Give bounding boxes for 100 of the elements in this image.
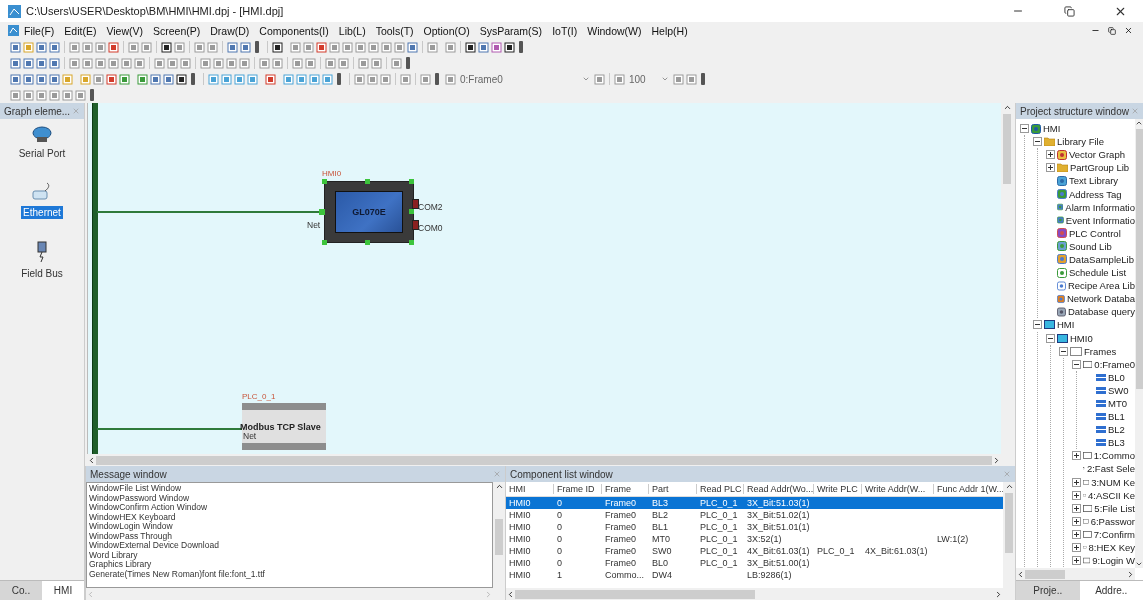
panel-tab[interactable]: Co.. <box>0 580 42 600</box>
dropdown-icon[interactable] <box>582 75 590 83</box>
expand-toggle[interactable] <box>1072 516 1081 526</box>
table-row[interactable]: HMI0 0 Frame0 SW0 PLC_0_1 4X_Bit:61.03(1) PLC_0_1 4X_Bit:61.03(1) <box>506 545 1003 557</box>
tree-item[interactable]: BL3 <box>1108 437 1125 449</box>
tree-item[interactable]: SW0 <box>1108 384 1129 396</box>
panel-tab[interactable]: HMI <box>42 580 84 600</box>
toolbar-grip[interactable] <box>435 73 439 85</box>
tree-item[interactable]: 6:Passwor <box>1090 515 1135 527</box>
topology-canvas[interactable]: HMI0 GL070E Net COM2 COM0 PLC_0_1 Modbus TCP Slave Net <box>87 103 1001 454</box>
menu-item[interactable]: View(V) <box>101 24 148 37</box>
column-header[interactable]: Frame ID <box>554 484 602 494</box>
menu-item[interactable]: Help(H) <box>646 24 693 37</box>
restore-icon[interactable] <box>1063 5 1075 17</box>
menu-item[interactable]: Components(I) <box>254 24 334 37</box>
table-row[interactable]: HMI0 0 Frame0 MT0 PLC_0_1 3X:52(1) LW:1(2) <box>506 533 1003 545</box>
scroll-left-icon[interactable] <box>506 589 515 599</box>
column-header[interactable]: Write Addr(W... <box>862 484 934 494</box>
expand-toggle[interactable] <box>1046 333 1055 343</box>
expand-toggle[interactable] <box>1072 543 1081 553</box>
tree-item[interactable]: HMI0 <box>1070 332 1093 344</box>
tree-item[interactable]: 3:NUM Ke <box>1091 476 1135 488</box>
scroll-right-icon[interactable] <box>992 455 1001 465</box>
tree-item[interactable]: Event Informatio <box>1065 214 1135 226</box>
toolbar-grip[interactable] <box>191 73 195 85</box>
scroll-right-icon[interactable] <box>1126 569 1135 579</box>
menu-item[interactable]: File(F) <box>19 24 60 37</box>
scroll-up-icon[interactable] <box>1002 103 1012 112</box>
tree-item[interactable]: Alarm Informatio <box>1065 201 1135 213</box>
menu-item[interactable]: Draw(D) <box>205 24 255 37</box>
scroll-down-icon[interactable] <box>1135 560 1143 568</box>
tree-item[interactable]: Frames <box>1084 345 1117 357</box>
column-header[interactable]: Part <box>649 484 697 494</box>
expand-toggle[interactable] <box>1033 137 1042 147</box>
resize-handle[interactable] <box>322 240 327 245</box>
tree-item[interactable]: BL0 <box>1108 371 1125 383</box>
tree-item[interactable]: PartGroup Lib <box>1070 162 1130 174</box>
element-item[interactable]: Serial Port <box>16 147 68 160</box>
tree-item[interactable]: Network Databa <box>1066 293 1135 305</box>
resize-handle[interactable] <box>365 179 370 184</box>
toolbar-grip[interactable] <box>406 57 410 69</box>
tree-item[interactable]: 0:Frame0 <box>1094 358 1135 370</box>
tree-item[interactable]: HMI <box>1043 123 1061 135</box>
column-header[interactable]: Write PLC <box>814 484 862 494</box>
toolbar-grip[interactable] <box>90 89 94 101</box>
resize-handle[interactable] <box>409 240 414 245</box>
expand-toggle[interactable] <box>1046 150 1055 160</box>
tree-item[interactable]: Database query <box>1067 306 1135 318</box>
expand-toggle[interactable] <box>1046 163 1055 173</box>
toolbar-icon[interactable] <box>176 73 187 85</box>
expand-toggle[interactable] <box>1059 346 1068 356</box>
resize-handle[interactable] <box>365 240 370 245</box>
tree-item[interactable]: HMI <box>1057 319 1075 331</box>
menu-item[interactable]: Tools(T) <box>370 24 419 37</box>
toolbar-grip[interactable] <box>519 41 523 53</box>
dropdown-icon[interactable] <box>661 75 669 83</box>
restore-icon[interactable] <box>1108 26 1116 35</box>
element-item[interactable]: Ethernet <box>21 206 63 219</box>
column-header[interactable]: Read PLC <box>697 484 744 494</box>
tree-item[interactable]: 8:HEX Key <box>1088 542 1135 554</box>
zoom-select[interactable]: 100 <box>627 73 671 85</box>
tree-item[interactable]: Vector Graph <box>1069 149 1125 161</box>
toolbar-icon[interactable] <box>504 41 515 53</box>
menu-item[interactable]: SysParam(S) <box>474 24 548 37</box>
tree-item[interactable]: Address Tag <box>1069 188 1122 200</box>
tree-item[interactable]: Recipe Area Lib <box>1067 280 1135 292</box>
menu-item[interactable]: Edit(E) <box>59 24 102 37</box>
panel-tab[interactable]: Proje.. <box>1016 580 1080 600</box>
toolbar-grip[interactable] <box>701 73 705 85</box>
table-row[interactable]: HMI0 0 Frame0 BL2 PLC_0_1 3X_Bit:51.02(1) <box>506 509 1003 521</box>
table-row[interactable]: HMI0 0 Frame0 BL1 PLC_0_1 3X_Bit:51.01(1) <box>506 521 1003 533</box>
element-item[interactable]: Field Bus <box>19 267 65 280</box>
expand-toggle[interactable] <box>1072 451 1081 461</box>
table-row[interactable]: HMI0 1 Commo... DW4 LB:9286(1) <box>506 569 1003 581</box>
tree-item[interactable]: Schedule List <box>1069 267 1127 279</box>
resize-handle[interactable] <box>409 209 414 214</box>
toolbar-grip[interactable] <box>255 41 259 53</box>
tree-item[interactable]: Sound Lib <box>1069 240 1112 252</box>
menu-item[interactable]: Window(W) <box>582 24 647 37</box>
tree-item[interactable]: 2:Fast Sele <box>1086 463 1135 475</box>
column-header[interactable]: HMI <box>506 484 554 494</box>
table-row[interactable]: HMI0 0 Frame0 BL0 PLC_0_1 3X_Bit:51.00(1) <box>506 557 1003 569</box>
scroll-up-icon[interactable] <box>494 482 504 491</box>
tree-item[interactable]: BL1 <box>1108 411 1125 423</box>
horizontal-scrollbar[interactable] <box>1016 568 1135 580</box>
tree-item[interactable]: Text Library <box>1069 175 1119 187</box>
expand-toggle[interactable] <box>1072 490 1081 500</box>
tree-item[interactable]: 9:Login W <box>1092 555 1135 567</box>
toolbar-icon[interactable] <box>161 41 172 53</box>
tree-item[interactable]: PLC Control <box>1069 227 1121 239</box>
expand-toggle[interactable] <box>1033 320 1042 330</box>
scroll-right-icon[interactable] <box>994 589 1003 599</box>
expand-toggle[interactable] <box>1072 529 1081 539</box>
resize-handle[interactable] <box>409 179 414 184</box>
horizontal-scrollbar[interactable] <box>506 588 1003 600</box>
scroll-left-icon[interactable] <box>1016 569 1025 579</box>
menu-item[interactable]: IoT(I) <box>547 24 583 37</box>
menu-item[interactable]: Lib(L) <box>333 24 371 37</box>
horizontal-scrollbar[interactable] <box>87 454 1001 466</box>
expand-toggle[interactable] <box>1020 124 1029 134</box>
